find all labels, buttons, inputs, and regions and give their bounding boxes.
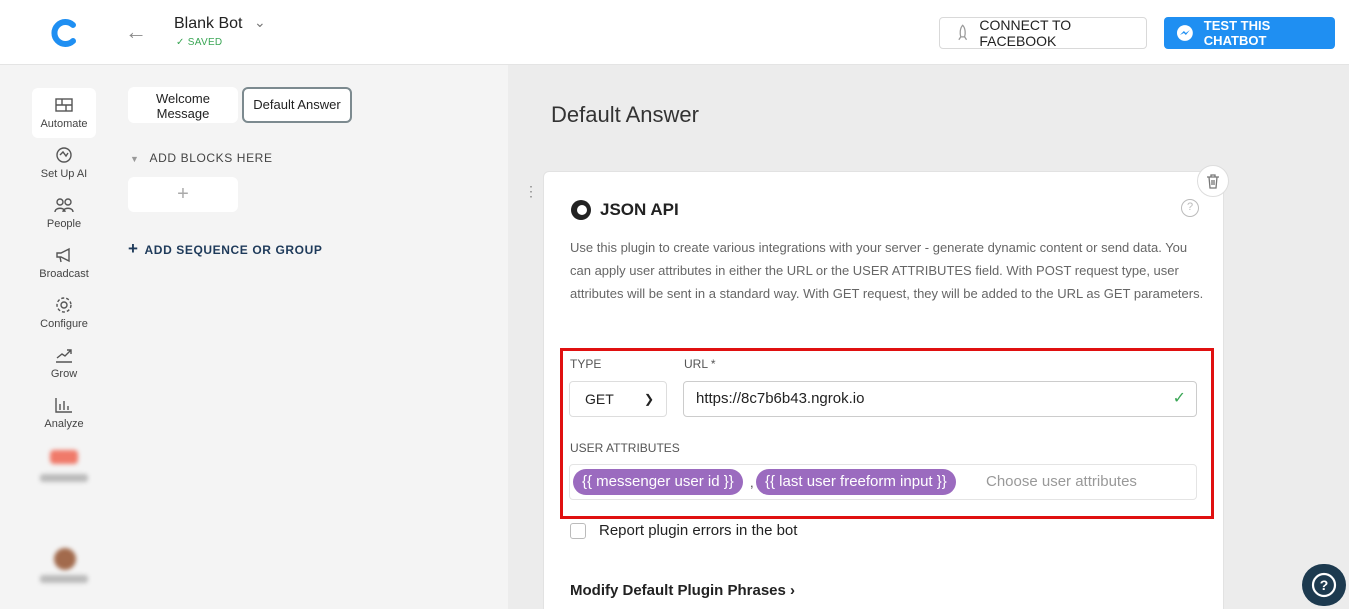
type-value: GET <box>585 391 614 407</box>
user-attributes-input[interactable]: {{ messenger user id }} , {{ last user f… <box>569 464 1197 500</box>
chatfuel-logo[interactable] <box>48 16 82 50</box>
chevron-down-icon: ❯ <box>643 392 654 406</box>
report-errors-checkbox[interactable] <box>570 523 586 539</box>
type-select[interactable]: GET ❯ <box>569 381 667 417</box>
plugin-name: JSON API <box>600 200 679 219</box>
account-label-blurred <box>40 575 88 583</box>
upgrade-badge[interactable] <box>50 450 78 464</box>
grow-icon <box>56 349 72 363</box>
block-welcome-message[interactable]: Welcome Message <box>128 87 238 123</box>
add-block-button[interactable]: + <box>128 177 238 212</box>
bot-name[interactable]: Blank Bot <box>174 15 242 33</box>
sidebar-item-broadcast[interactable]: Broadcast <box>32 238 96 288</box>
test-chatbot-button[interactable]: TEST THIS CHATBOT <box>1164 17 1335 49</box>
add-blocks-label: ADD BLOCKS HERE <box>149 151 273 165</box>
attributes-placeholder[interactable]: Choose user attributes <box>986 473 1137 490</box>
sidebar-item-label: Configure <box>40 318 88 330</box>
svg-text:?: ? <box>1320 577 1329 593</box>
test-chatbot-label: TEST THIS CHATBOT <box>1203 18 1271 48</box>
page-title: Default Answer <box>551 102 699 127</box>
help-chat-button[interactable]: ? <box>1302 564 1346 606</box>
automate-icon <box>55 98 73 112</box>
chevron-right-icon: › <box>790 582 796 599</box>
sidebar-item-grow[interactable]: Grow <box>32 338 96 388</box>
drag-handle-icon[interactable]: ⋮ <box>524 183 538 200</box>
help-icon[interactable]: ? <box>1181 199 1199 217</box>
plus-icon: + <box>128 239 139 258</box>
top-bar: ← Blank Bot ⌄ ✓ SAVED CONNECT TO FACEBOO… <box>0 0 1349 65</box>
plugin-description: Use this plugin to create various integr… <box>570 240 1204 301</box>
url-input[interactable]: https://8c7b6b43.ngrok.io ✓ <box>683 381 1197 417</box>
attribute-chip[interactable]: {{ messenger user id }} <box>573 469 743 495</box>
main-panel: Default Answer ⋮ JSON API ? Use this plu… <box>508 65 1349 609</box>
sidebar-item-label: People <box>46 218 82 230</box>
attribute-separator: , <box>750 475 754 490</box>
block-default-answer[interactable]: Default Answer <box>242 87 352 123</box>
sidebar-item-label: Broadcast <box>39 268 89 280</box>
sidebar-item-set-up-ai[interactable]: Set Up AI <box>32 138 96 188</box>
sidebar-item-automate[interactable]: Automate <box>32 88 96 138</box>
connect-facebook-label: CONNECT TO FACEBOOK <box>979 17 1072 49</box>
url-label: URL * <box>684 357 716 371</box>
blocks-panel: Welcome Message Default Answer ▼ ADD BLOC… <box>120 65 508 609</box>
rocket-icon <box>958 24 968 41</box>
sidebar-item-people[interactable]: People <box>32 188 96 238</box>
people-icon <box>54 198 74 213</box>
back-arrow-icon[interactable]: ← <box>125 20 149 44</box>
upgrade-label-blurred <box>40 474 88 482</box>
modify-phrases-label: Modify Default Plugin Phrases <box>570 582 786 599</box>
question-icon: ? <box>1311 572 1337 598</box>
ai-icon <box>56 147 72 163</box>
add-sequence-button[interactable]: + ADD SEQUENCE OR GROUP <box>128 239 322 259</box>
type-label: TYPE <box>570 357 602 371</box>
sidebar-item-label: Analyze <box>44 418 84 430</box>
chevron-down-icon[interactable]: ⌄ <box>254 14 266 31</box>
sidebar-item-label: Grow <box>50 368 78 380</box>
check-icon: ✓ <box>176 37 185 48</box>
sidebar-item-analyze[interactable]: Analyze <box>32 388 96 438</box>
saved-status: ✓ SAVED <box>176 37 222 48</box>
sidebar-item-label: Set Up AI <box>40 168 88 180</box>
attribute-chip[interactable]: {{ last user freeform input }} <box>756 469 956 495</box>
modify-phrases-link[interactable]: Modify Default Plugin Phrases › <box>570 582 795 599</box>
chart-icon <box>55 398 72 413</box>
trash-icon[interactable] <box>1197 165 1229 197</box>
json-api-icon <box>571 200 591 220</box>
sidebar-item-label: Automate <box>40 118 88 130</box>
avatar[interactable] <box>54 548 76 570</box>
report-errors-label[interactable]: Report plugin errors in the bot <box>599 522 797 539</box>
gear-icon <box>56 297 72 313</box>
plugin-header: JSON API <box>570 199 679 221</box>
check-icon: ✓ <box>1172 390 1186 407</box>
messenger-icon <box>1176 25 1193 41</box>
connect-facebook-button[interactable]: CONNECT TO FACEBOOK <box>939 17 1147 49</box>
add-blocks-heading[interactable]: ▼ ADD BLOCKS HERE <box>130 151 273 165</box>
sidebar: Automate Set Up AI People Broadcast Conf… <box>0 65 120 609</box>
add-sequence-label: ADD SEQUENCE OR GROUP <box>144 243 323 257</box>
megaphone-icon <box>56 247 70 263</box>
url-value: https://8c7b6b43.ngrok.io <box>696 390 865 407</box>
saved-label: SAVED <box>187 37 223 48</box>
json-api-plugin-card: JSON API ? Use this plugin to create var… <box>543 171 1224 609</box>
sidebar-item-configure[interactable]: Configure <box>32 288 96 338</box>
caret-down-icon: ▼ <box>130 154 140 164</box>
user-attributes-label: USER ATTRIBUTES <box>570 441 680 455</box>
